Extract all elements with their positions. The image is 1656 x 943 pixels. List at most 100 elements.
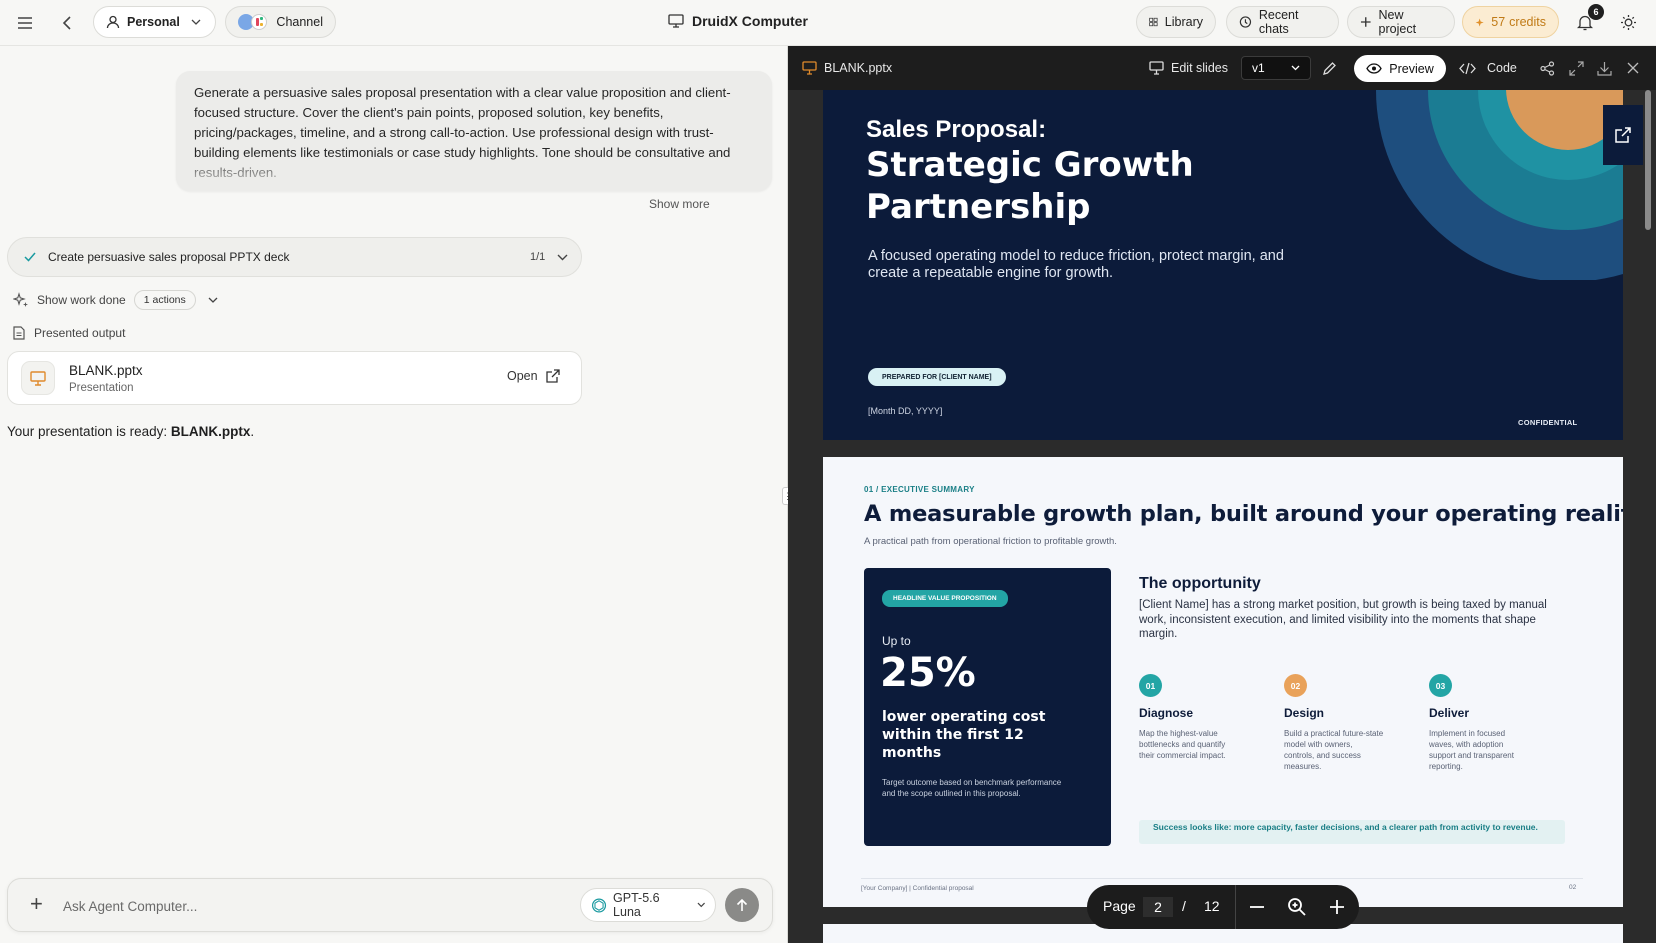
- channel-label: Channel: [276, 15, 323, 29]
- slide1-confidential: CONFIDENTIAL: [1518, 418, 1578, 427]
- credits-label: credits: [1509, 15, 1546, 29]
- new-project-button[interactable]: New project: [1347, 6, 1455, 38]
- preview-button[interactable]: Preview: [1354, 55, 1446, 82]
- footer-divider: [861, 878, 1583, 879]
- chevron-down-icon: [697, 902, 705, 908]
- step-text: Build a practical future-state model wit…: [1284, 729, 1384, 771]
- check-icon: [24, 252, 36, 262]
- sparkles-icon: [13, 292, 28, 307]
- expand-icon[interactable]: [1569, 46, 1584, 90]
- slide-2: 01 / EXECUTIVE SUMMARY A measurable grow…: [823, 457, 1623, 907]
- monitor-icon: [668, 14, 684, 28]
- zoom-in-icon[interactable]: [1326, 896, 1348, 918]
- credits-value: 57: [1491, 15, 1506, 29]
- slide2-title: A measurable growth plan, built around y…: [864, 501, 1623, 527]
- step-text: Implement in focused waves, with adoptio…: [1429, 729, 1514, 771]
- grid-icon: [1149, 17, 1158, 27]
- model-label: GPT-5.6 Luna: [613, 891, 660, 919]
- zoom-fit-icon[interactable]: [1286, 896, 1308, 918]
- open-file-button[interactable]: Open: [507, 369, 560, 383]
- slide1-title: Strategic Growth Partnership: [866, 145, 1194, 227]
- viewer-file-title: BLANK.pptx: [802, 46, 892, 90]
- share-icon[interactable]: [1540, 46, 1555, 90]
- external-link-icon: [545, 369, 560, 383]
- slide2-page-number: 02: [1569, 884, 1577, 891]
- step-name: Design: [1284, 706, 1325, 720]
- show-more-link[interactable]: Show more: [649, 197, 710, 211]
- chevron-down-icon: [208, 297, 218, 303]
- arrow-up-icon: [736, 898, 748, 911]
- prompt-input[interactable]: [63, 891, 483, 921]
- channel-button[interactable]: Channel: [225, 6, 336, 38]
- viewer-scrollbar[interactable]: [1645, 90, 1651, 230]
- theme-toggle-icon[interactable]: [1617, 11, 1639, 33]
- step-number: 03: [1429, 674, 1452, 697]
- slide-1: Sales Proposal: Strategic Growth Partner…: [823, 90, 1623, 440]
- sparkle-icon: [1475, 17, 1484, 27]
- chevron-down-icon: [1291, 65, 1300, 71]
- chevron-down-icon: [191, 19, 201, 25]
- slide1-subtitle: A focused operating model to reduce fric…: [868, 248, 1284, 281]
- user-icon: [106, 15, 120, 29]
- step-name: Diagnose: [1139, 706, 1194, 720]
- file-card[interactable]: BLANK.pptx Presentation Open: [7, 351, 582, 405]
- code-button[interactable]: Code: [1459, 46, 1517, 90]
- open-external-icon[interactable]: [1603, 105, 1643, 165]
- openai-icon: [591, 897, 607, 913]
- library-label: Library: [1164, 15, 1203, 29]
- code-icon: [1459, 62, 1476, 74]
- page-total: 12: [1204, 898, 1220, 914]
- model-selector[interactable]: GPT-5.6 Luna: [580, 888, 716, 922]
- recent-chats-button[interactable]: Recent chats: [1226, 6, 1339, 38]
- library-button[interactable]: Library: [1136, 6, 1216, 38]
- step-name: Deliver: [1429, 706, 1470, 720]
- version-select[interactable]: v1: [1241, 56, 1311, 80]
- page-label: Page: [1103, 898, 1136, 914]
- pager-divider: [1235, 885, 1236, 929]
- step-design: 02 Design Build a practical future-state…: [1284, 674, 1394, 772]
- step-deliver: 03 Deliver Implement in focused waves, w…: [1429, 674, 1539, 772]
- viewer-toolbar: BLANK.pptx Edit slides v1 Preview Code: [788, 46, 1656, 90]
- pencil-icon[interactable]: [1322, 46, 1337, 90]
- workspace-label: Personal: [127, 15, 180, 29]
- opportunity-heading: The opportunity: [1139, 575, 1261, 592]
- menu-icon[interactable]: [14, 12, 36, 34]
- value-note: Target outcome based on benchmark perfor…: [882, 778, 1062, 798]
- value-description: lower operating cost within the first 12…: [882, 709, 1046, 761]
- chevron-down-icon: [557, 254, 568, 260]
- zoom-out-icon[interactable]: [1246, 896, 1268, 918]
- page-input[interactable]: [1143, 897, 1173, 917]
- task-row[interactable]: Create persuasive sales proposal PPTX de…: [7, 237, 582, 277]
- plus-icon: [1360, 17, 1371, 27]
- file-type: Presentation: [69, 382, 134, 394]
- value-upto: Up to: [882, 634, 911, 648]
- attach-plus-icon[interactable]: +: [30, 891, 43, 917]
- send-button[interactable]: [725, 888, 759, 922]
- back-icon[interactable]: [56, 12, 78, 34]
- close-icon[interactable]: [1627, 46, 1639, 90]
- top-bar: Personal Channel DruidX Computer Library…: [0, 0, 1656, 46]
- slide2-footer: [Your Company] | Confidential proposal: [861, 885, 974, 892]
- eye-icon: [1366, 63, 1383, 74]
- page-navigator: Page / 12: [1087, 885, 1359, 929]
- notification-count-badge: 6: [1588, 4, 1604, 20]
- history-icon: [1239, 16, 1252, 28]
- task-count: 1/1: [530, 251, 546, 263]
- monitor-icon: [1149, 61, 1164, 75]
- value-proposition-card: HEADLINE VALUE PROPOSITION Up to 25% low…: [864, 568, 1111, 846]
- presentation-viewer: BLANK.pptx Edit slides v1 Preview Code S…: [788, 46, 1656, 943]
- credits-button[interactable]: 57 credits: [1462, 6, 1559, 38]
- show-work-done-row[interactable]: Show work done 1 actions: [13, 289, 218, 311]
- show-work-done-label: Show work done: [37, 293, 126, 307]
- task-label: Create persuasive sales proposal PPTX de…: [48, 250, 290, 264]
- slide2-subtitle: A practical path from operational fricti…: [864, 536, 1117, 547]
- page-slash: /: [1182, 898, 1186, 914]
- edit-slides-button[interactable]: Edit slides: [1149, 46, 1228, 90]
- step-text: Map the highest-value bottlenecks and qu…: [1139, 729, 1226, 760]
- slide1-date: [Month DD, YYYY]: [868, 406, 943, 416]
- composer: + GPT-5.6 Luna: [7, 878, 773, 932]
- channel-logo-icon: [238, 11, 269, 33]
- workspace-selector[interactable]: Personal: [93, 6, 216, 38]
- download-icon[interactable]: [1597, 46, 1612, 90]
- step-number: 02: [1284, 674, 1307, 697]
